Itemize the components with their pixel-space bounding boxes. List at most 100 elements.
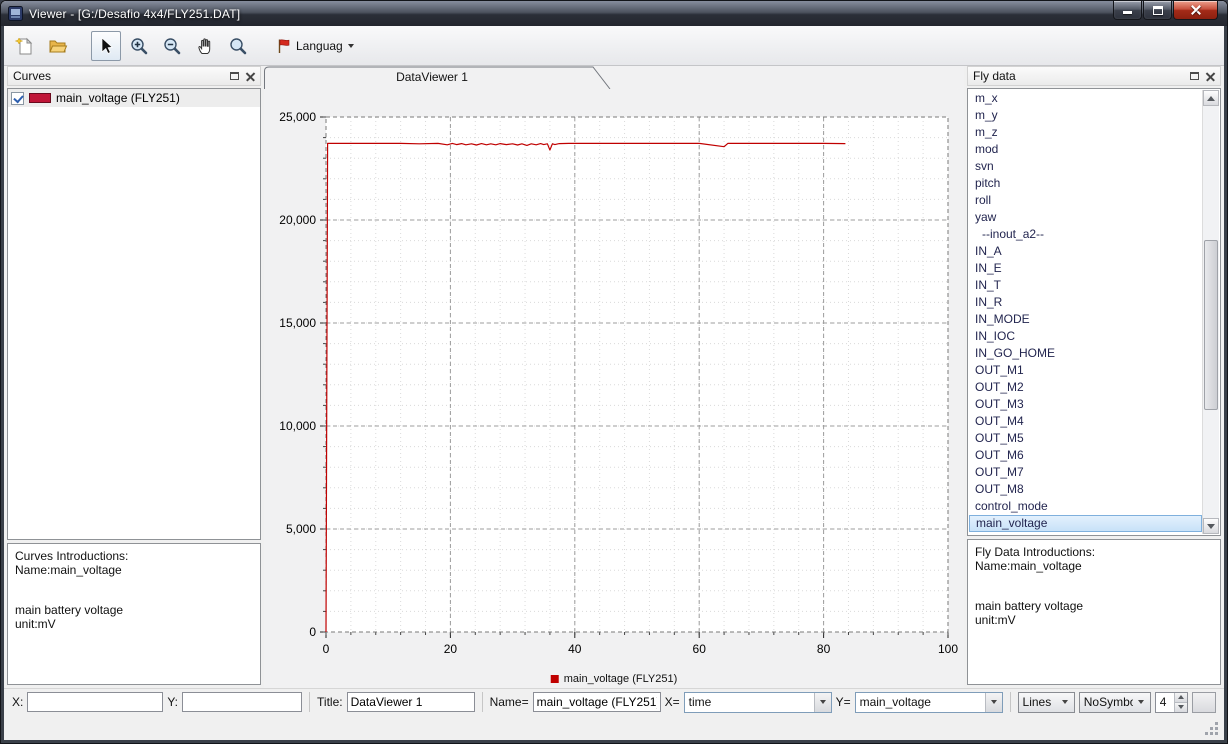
status-bar: X: Y: Title: Name= X= time Y= main_volta… <box>4 688 1224 715</box>
curves-panel-title: Curves <box>13 69 51 83</box>
y-axis-label: Y= <box>836 695 851 709</box>
fly-data-item[interactable]: OUT_M3 <box>969 396 1202 413</box>
line-width-spinner[interactable]: 4 <box>1155 692 1189 713</box>
fly-data-item[interactable]: roll <box>969 192 1202 209</box>
fly-data-item[interactable]: IN_E <box>969 260 1202 277</box>
toolbar: Languag <box>4 26 1224 66</box>
x-coord-input[interactable] <box>27 692 163 712</box>
tab-dataviewer-1[interactable]: DataViewer 1 <box>264 66 614 89</box>
fly-data-item[interactable]: main_voltage <box>969 515 1202 532</box>
open-file-button[interactable] <box>43 31 73 61</box>
line-style-combo[interactable]: Lines <box>1018 692 1075 713</box>
x-axis-value: time <box>685 695 814 709</box>
fly-data-item[interactable]: OUT_M7 <box>969 464 1202 481</box>
cursor-icon <box>96 36 116 56</box>
svg-text:60: 60 <box>693 642 707 656</box>
fly-data-item[interactable]: yaw <box>969 209 1202 226</box>
titlebar[interactable]: Viewer - [G:/Desafio 4x4/FLY251.DAT] <box>1 1 1227 26</box>
float-panel-icon[interactable] <box>230 72 239 80</box>
fly-data-item[interactable]: OUT_M1 <box>969 362 1202 379</box>
pan-tool-button[interactable] <box>190 31 220 61</box>
svg-text:80: 80 <box>817 642 831 656</box>
chart-svg: 02040608010005,00010,00015,00020,00025,0… <box>264 89 964 688</box>
maximize-button[interactable] <box>1143 1 1172 20</box>
close-panel-icon[interactable] <box>1206 72 1215 81</box>
line-style-value: Lines <box>1019 695 1057 709</box>
window-frame: Languag Curves main <box>1 26 1227 743</box>
legend-swatch <box>551 675 559 683</box>
zoom-out-button[interactable] <box>157 31 187 61</box>
fly-data-item[interactable]: IN_MODE <box>969 311 1202 328</box>
curves-intro-name: Name:main_voltage <box>15 563 253 577</box>
curve-name-input[interactable] <box>533 692 661 712</box>
x-coord-label: X: <box>12 695 23 709</box>
float-panel-icon[interactable] <box>1190 72 1199 80</box>
x-axis-label: X= <box>665 695 680 709</box>
title-input[interactable] <box>347 692 475 712</box>
new-file-icon <box>15 36 35 56</box>
fly-data-item[interactable]: IN_A <box>969 243 1202 260</box>
fly-data-item[interactable]: m_y <box>969 107 1202 124</box>
main-area: Curves main_voltage (FLY251) Curves Intr… <box>4 66 1224 688</box>
new-file-button[interactable] <box>10 31 40 61</box>
curves-panel-header: Curves <box>7 66 261 86</box>
language-menu-button[interactable]: Languag <box>271 31 360 61</box>
fly-list-scrollbar[interactable] <box>1202 90 1219 534</box>
scrollbar-thumb[interactable] <box>1204 240 1218 410</box>
fly-data-list: m_xm_ym_zmodsvnpitchrollyaw--inout_a2--I… <box>969 90 1202 534</box>
fly-data-item[interactable]: pitch <box>969 175 1202 192</box>
curves-intro-unit: unit:mV <box>15 617 253 631</box>
fly-data-item[interactable]: IN_T <box>969 277 1202 294</box>
curve-color-swatch <box>29 93 51 103</box>
chevron-down-icon <box>1133 693 1150 712</box>
fly-data-item[interactable]: OUT_M4 <box>969 413 1202 430</box>
line-width-value: 4 <box>1156 693 1175 712</box>
statusbar-extra-button[interactable] <box>1192 692 1216 713</box>
resize-grip[interactable] <box>1205 722 1219 736</box>
fly-data-item[interactable]: --inout_a2-- <box>969 226 1202 243</box>
fly-data-item[interactable]: control_mode <box>969 498 1202 515</box>
fly-data-item[interactable]: IN_IOC <box>969 328 1202 345</box>
spin-up-button[interactable] <box>1175 693 1187 703</box>
fly-data-item[interactable]: mod <box>969 141 1202 158</box>
window-title: Viewer - [G:/Desafio 4x4/FLY251.DAT] <box>29 7 240 21</box>
close-panel-icon[interactable] <box>246 72 255 81</box>
fly-data-item[interactable]: OUT_M8 <box>969 481 1202 498</box>
select-tool-button[interactable] <box>91 31 121 61</box>
app-icon <box>8 6 23 21</box>
fly-data-item[interactable]: svn <box>969 158 1202 175</box>
fly-data-item[interactable]: IN_R <box>969 294 1202 311</box>
chart[interactable]: 02040608010005,00010,00015,00020,00025,0… <box>264 89 964 688</box>
fly-data-item[interactable]: OUT_M5 <box>969 430 1202 447</box>
minimize-button[interactable] <box>1113 1 1142 20</box>
magnifier-icon <box>228 36 248 56</box>
x-axis-combo[interactable]: time <box>684 692 832 713</box>
svg-text:0: 0 <box>323 642 330 656</box>
y-coord-input[interactable] <box>182 692 302 712</box>
curve-list-item[interactable]: main_voltage (FLY251) <box>8 89 260 107</box>
maximize-icon <box>1153 6 1163 15</box>
flag-icon <box>277 38 291 54</box>
zoom-in-button[interactable] <box>124 31 154 61</box>
symbol-combo[interactable]: NoSymbol <box>1079 692 1151 713</box>
legend-label: main_voltage (FLY251) <box>564 673 678 685</box>
fly-data-item[interactable]: IN_GO_HOME <box>969 345 1202 362</box>
fly-intro-description: main battery voltage <box>975 599 1213 613</box>
close-button[interactable] <box>1173 1 1218 20</box>
svg-text:20,000: 20,000 <box>279 213 316 227</box>
fly-data-item[interactable]: m_z <box>969 124 1202 141</box>
fly-data-item[interactable]: m_x <box>969 90 1202 107</box>
scroll-up-button[interactable] <box>1203 90 1219 106</box>
curve-visibility-checkbox[interactable] <box>11 92 24 105</box>
zoom-original-button[interactable] <box>223 31 253 61</box>
spin-down-button[interactable] <box>1175 703 1187 712</box>
arrow-up-icon <box>1207 96 1215 101</box>
scroll-down-button[interactable] <box>1203 518 1219 534</box>
y-axis-combo[interactable]: main_voltage <box>855 692 1003 713</box>
fly-data-item[interactable]: OUT_M6 <box>969 447 1202 464</box>
statusbar-separator <box>482 692 483 712</box>
curves-intro: Curves Introductions: Name:main_voltage … <box>7 543 261 685</box>
window-controls <box>1113 1 1218 20</box>
fly-data-item[interactable]: OUT_M2 <box>969 379 1202 396</box>
fly-intro-unit: unit:mV <box>975 613 1213 627</box>
